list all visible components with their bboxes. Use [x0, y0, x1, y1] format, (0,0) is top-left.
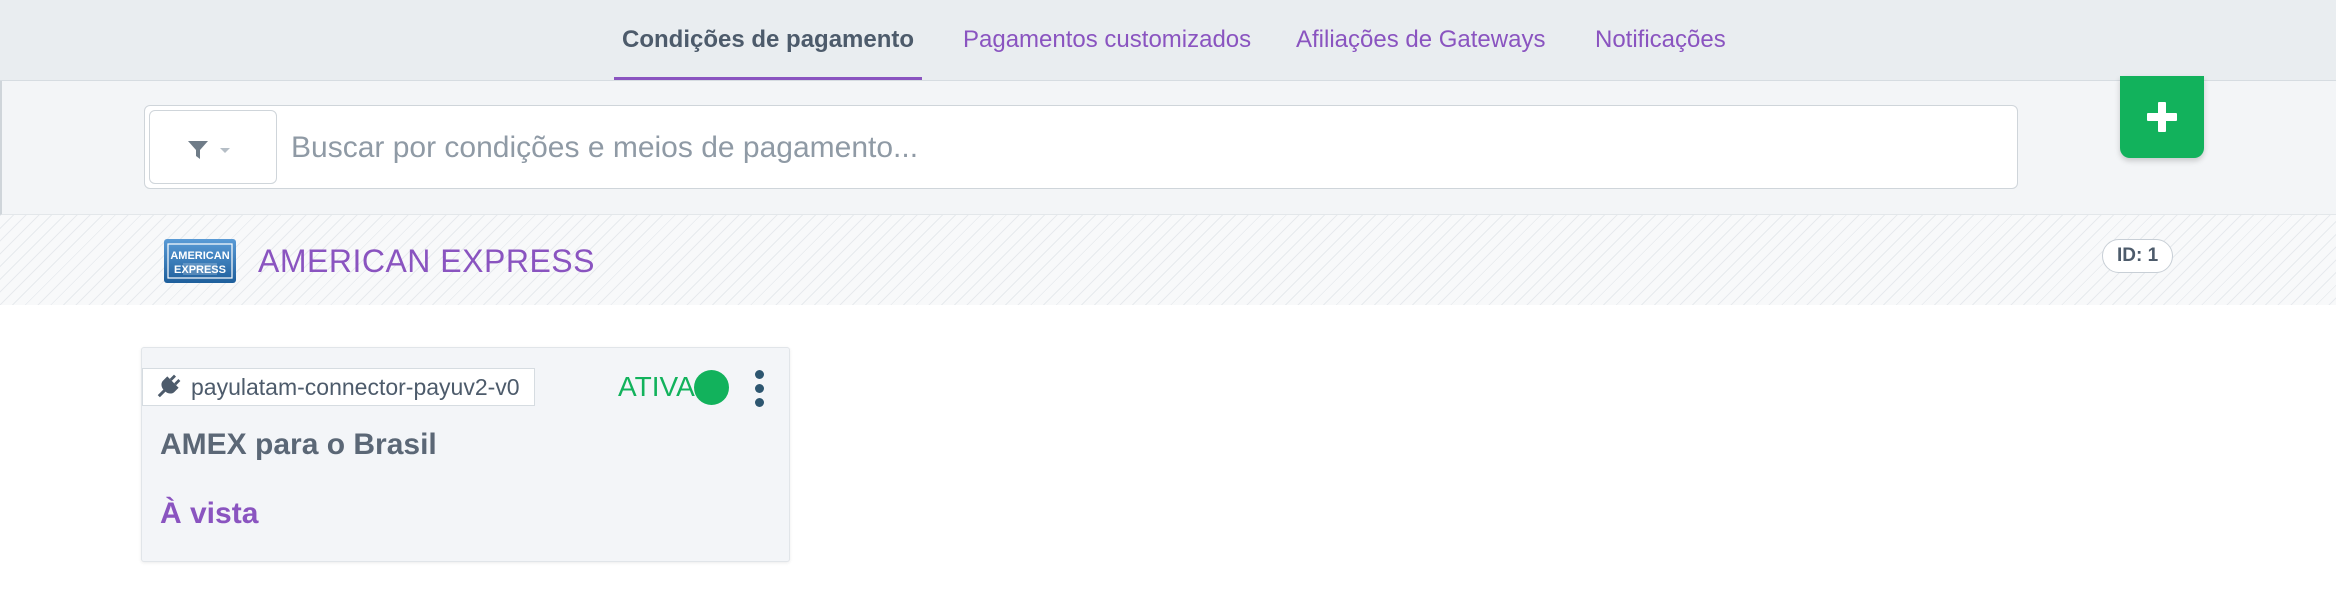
kebab-menu-icon[interactable] — [752, 370, 766, 408]
tab-condicoes-de-pagamento[interactable]: Condições de pagamento — [613, 0, 923, 80]
filter-icon — [188, 141, 208, 159]
payment-method-header: AMERICAN EXPRESS AMERICAN EXPRESS ID: 1 — [0, 215, 2336, 305]
installment-label: À vista — [160, 497, 259, 530]
id-badge: ID: 1 — [2102, 239, 2174, 273]
plus-icon — [2147, 102, 2177, 132]
status-label: ATIVA — [618, 371, 695, 402]
add-button[interactable] — [2120, 76, 2204, 158]
payment-method-name: AMERICAN EXPRESS — [258, 243, 595, 279]
tab-pagamentos-customizados[interactable]: Pagamentos customizados — [963, 0, 1251, 80]
tab-bar: Condições de pagamento Pagamentos custom… — [0, 0, 2336, 81]
search-input[interactable] — [289, 116, 1993, 180]
american-express-logo: AMERICAN EXPRESS — [164, 239, 236, 283]
search-band — [0, 81, 2336, 215]
tab-notificacoes[interactable]: Notificações — [1595, 0, 1726, 80]
card-title: AMEX para o Brasil — [160, 428, 437, 461]
svg-text:AMERICAN: AMERICAN — [170, 250, 229, 262]
filter-dropdown-button[interactable] — [149, 110, 277, 184]
search-box — [144, 105, 2018, 189]
tab-afiliacoes-de-gateways[interactable]: Afiliações de Gateways — [1296, 0, 1545, 80]
plug-icon — [157, 374, 181, 398]
connector-name: payulatam-connector-payuv2-v0 — [191, 373, 520, 400]
status-indicator — [694, 370, 729, 405]
connector-tag: payulatam-connector-payuv2-v0 — [142, 368, 535, 406]
payment-condition-card[interactable]: payulatam-connector-payuv2-v0 ATIVA AMEX… — [141, 347, 790, 562]
caret-down-icon — [220, 148, 230, 153]
svg-text:EXPRESS: EXPRESS — [174, 264, 226, 276]
